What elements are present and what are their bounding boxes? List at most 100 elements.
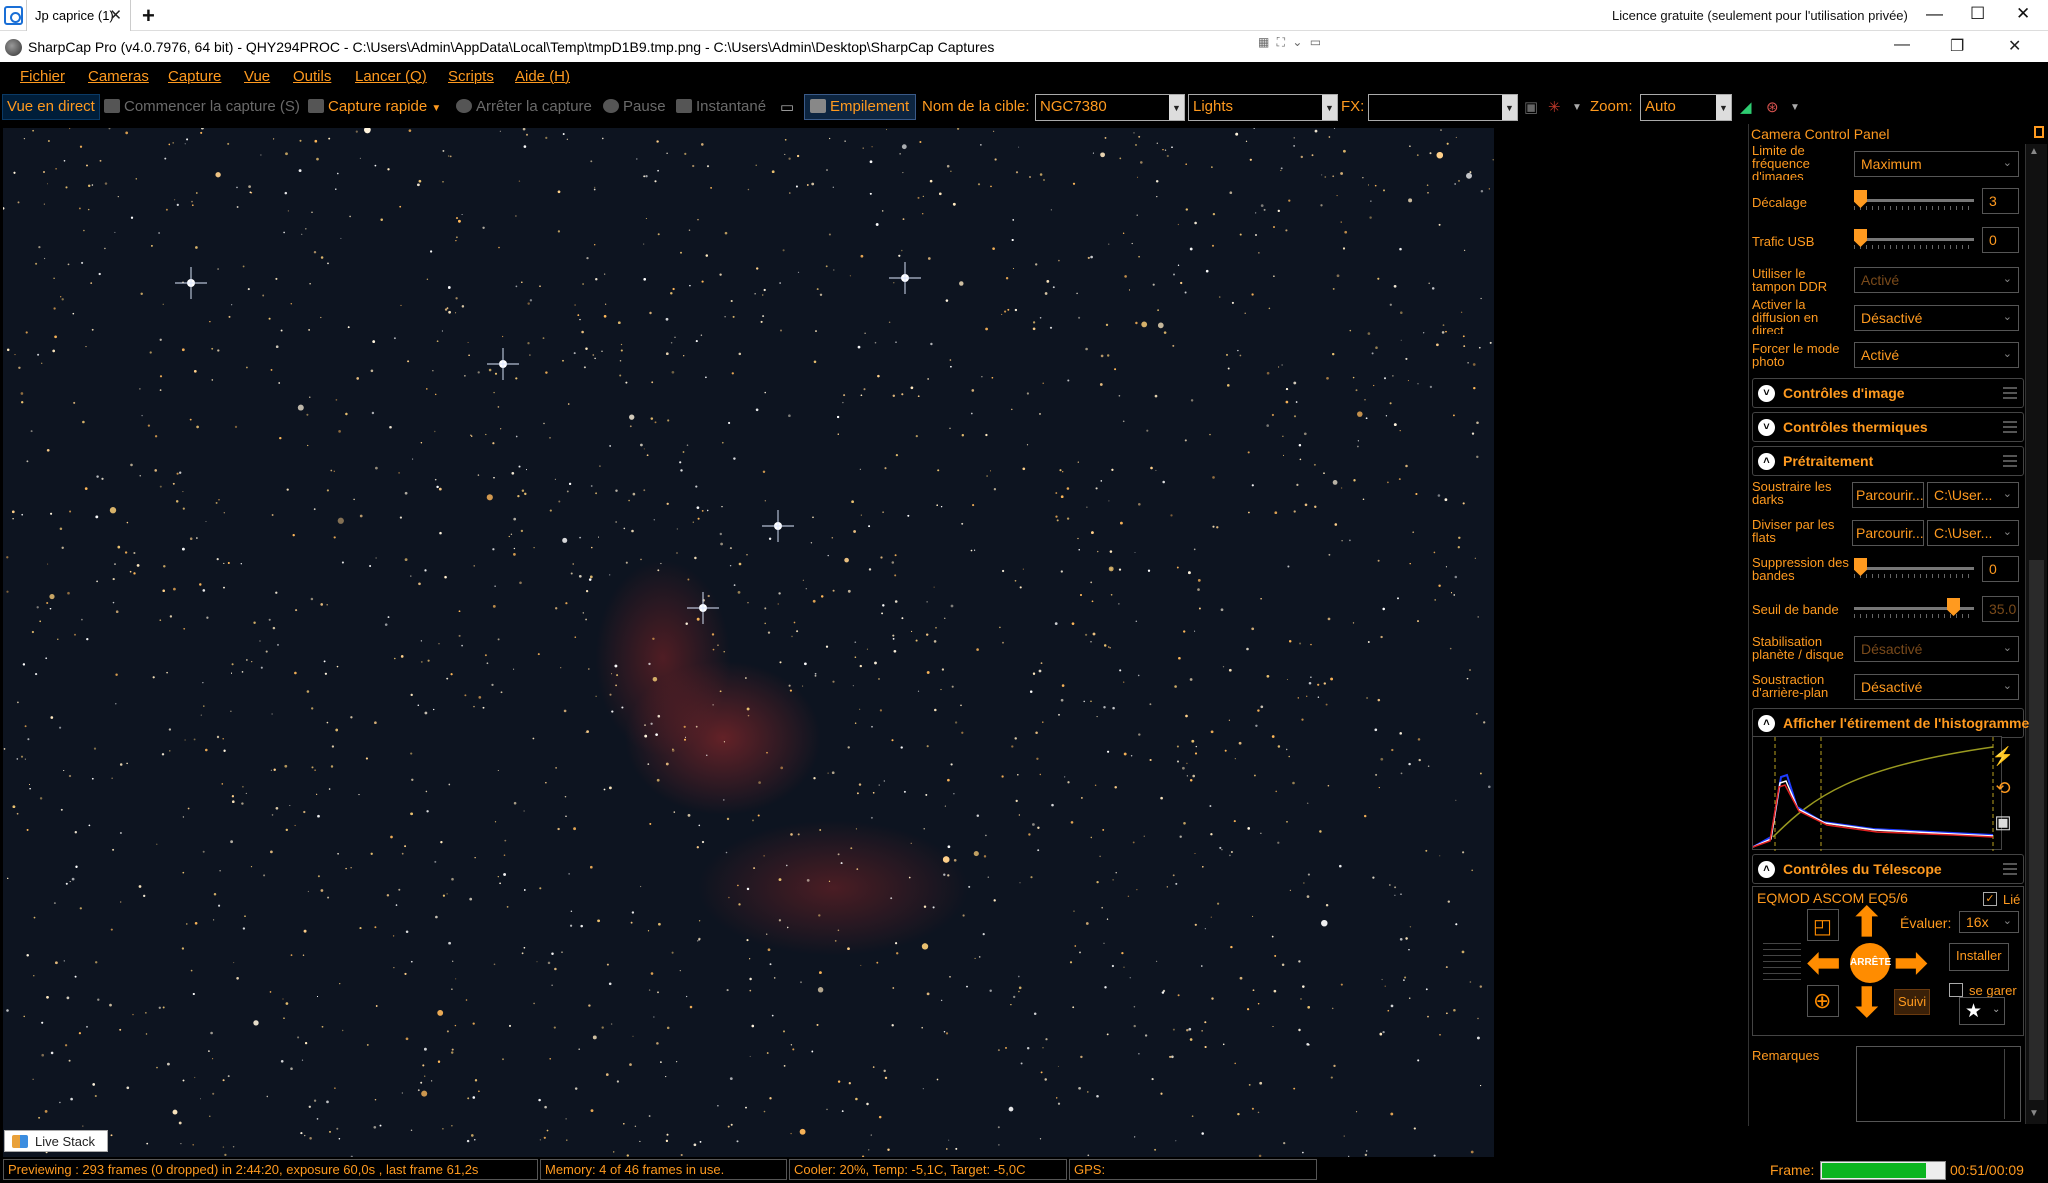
scroll-thumb[interactable] [2029,560,2044,1100]
collapse-icon[interactable]: ˄ [1758,861,1775,878]
offset-value[interactable]: 3 [1982,188,2019,214]
chevron-down-icon[interactable]: ▼ [1572,102,1582,113]
ddr-buffer-combo[interactable]: Activé ⌄ [1854,267,2019,293]
section-menu-icon[interactable] [2003,387,2017,399]
collapse-icon[interactable]: ˄ [1758,715,1775,732]
stop-slew-button[interactable]: ARRÊTE [1850,943,1891,983]
focus-icon[interactable]: ✳ [1548,98,1561,116]
stop-capture-button[interactable]: Arrêter la capture [456,98,592,115]
section-thermal-controls[interactable]: ˅ Contrôles thermiques [1752,412,2024,442]
threshold-slider[interactable] [1854,596,1974,622]
install-button[interactable]: Installer [1949,943,2009,971]
live-image[interactable] [3,128,1494,1183]
expand-icon[interactable]: ˅ [1758,419,1775,436]
park-checkbox[interactable] [1949,983,1963,997]
add-tab-icon[interactable]: + [142,3,155,29]
menu-vue[interactable]: Vue [244,68,270,85]
quick-capture-button[interactable]: Capture rapide ▼ [308,98,441,115]
histogram-icon[interactable]: ◢ [1740,98,1752,116]
section-preprocessing[interactable]: ˄ Prétraitement [1752,446,2024,476]
save-icon[interactable]: ▣ [1991,812,2015,838]
menu-aide[interactable]: Aide (H) [515,68,570,85]
chevron-down-icon[interactable]: ▼ [1169,95,1184,120]
menu-cameras[interactable]: Cameras [88,68,149,85]
fx-combo[interactable]: ▼ [1368,94,1518,121]
flats-path-combo[interactable]: C:\User... ⌄ [1927,520,2019,546]
spiral-search-button[interactable]: ◰ [1807,909,1839,941]
arrow-left-icon[interactable]: ⬅ [1807,943,1841,983]
section-telescope[interactable]: ˄ Contrôles du Télescope [1752,854,2024,884]
close-window-icon[interactable]: ✕ [2016,4,2030,24]
live-stack-tab[interactable]: Live Stack [4,1130,108,1152]
photo-mode-combo[interactable]: Activé ⌄ [1854,342,2019,368]
alert-icon[interactable]: ⊛ [1766,98,1779,116]
menu-capture[interactable]: Capture [168,68,221,85]
chevron-down-icon[interactable]: ▼ [1716,95,1731,120]
monitor-icon[interactable]: ▭ [780,98,794,116]
banding-value[interactable]: 0 [1982,556,2019,582]
stacking-button[interactable]: Empilement [810,98,909,115]
threshold-value[interactable]: 35.0 [1982,596,2019,622]
pin-icon[interactable] [2034,126,2044,138]
reticle-icon[interactable]: ▣ [1524,98,1538,116]
chevron-down-icon[interactable]: ▼ [1790,102,1800,113]
remote-toolbar-icons[interactable]: ▦ ⛶ ⌄ ▭ [1258,35,1323,50]
section-histogram[interactable]: ˄ Afficher l'étirement de l'histogramme [1752,708,2029,738]
favorites-button[interactable]: ★ ⌄ [1959,997,2005,1025]
arrow-down-icon[interactable]: ⬇ [1850,983,1884,1023]
app-minimize-icon[interactable]: — [1894,36,1910,54]
arrow-up-icon[interactable]: ⬆ [1850,903,1884,943]
pause-button[interactable]: Pause [603,98,666,115]
frame-type-combo[interactable]: Lights ▼ [1188,94,1338,121]
banding-slider[interactable] [1854,556,1974,582]
close-icon[interactable]: ✕ [109,6,122,24]
home-button[interactable]: ⊕ [1807,985,1839,1017]
offset-slider[interactable] [1854,188,1974,214]
scroll-down-icon[interactable]: ▼ [2029,1108,2039,1119]
reset-icon[interactable]: ⟲ [1991,778,2015,804]
histogram-chart[interactable] [1752,736,2002,851]
menu-fichier[interactable]: Fichier [20,68,65,85]
zoom-combo[interactable]: Auto ▼ [1640,94,1732,121]
remote-session-tab[interactable]: Jp caprice (1) ✕ [26,0,131,31]
scroll-up-icon[interactable]: ▲ [2029,146,2039,157]
target-name-combo[interactable]: NGC7380 ▼ [1035,94,1185,121]
start-capture-button[interactable]: Commencer la capture (S) [104,98,300,115]
live-stream-combo[interactable]: Désactivé ⌄ [1854,305,2019,331]
menu-scripts[interactable]: Scripts [448,68,494,85]
track-button[interactable]: Suivi [1894,989,1930,1015]
auto-stretch-icon[interactable]: ⚡ [1991,746,2015,772]
menu-lancer[interactable]: Lancer (Q) [355,68,427,85]
maximize-icon[interactable]: ☐ [1970,4,1985,24]
rate-combo[interactable]: 16x ⌄ [1959,911,2019,933]
panel-scrollbar[interactable]: ▲ ▼ [2025,144,2047,1124]
remarks-scrollbar[interactable] [2004,1049,2018,1119]
darks-browse-button[interactable]: Parcourir... [1852,482,1924,508]
expand-icon[interactable]: ˅ [1758,385,1775,402]
image-viewport[interactable] [0,124,1748,1183]
linked-checkbox[interactable]: ✓ [1983,892,1997,906]
remarks-textarea[interactable] [1856,1046,2021,1122]
collapse-icon[interactable]: ˄ [1758,453,1775,470]
chevron-down-icon[interactable]: ▼ [431,103,441,114]
minimize-icon[interactable]: — [1926,4,1943,24]
chevron-down-icon[interactable]: ▼ [1502,95,1517,120]
stabilization-combo[interactable]: Désactivé ⌄ [1854,636,2019,662]
section-image-controls[interactable]: ˅ Contrôles d'image [1752,378,2024,408]
live-view-button[interactable]: Vue en direct [7,98,95,115]
app-close-icon[interactable]: ✕ [2008,36,2021,56]
usb-traffic-value[interactable]: 0 [1982,227,2019,253]
usb-traffic-slider[interactable] [1854,227,1974,253]
darks-path-combo[interactable]: C:\User... ⌄ [1927,482,2019,508]
section-menu-icon[interactable] [2003,863,2017,875]
section-menu-icon[interactable] [2003,455,2017,467]
section-menu-icon[interactable] [2003,421,2017,433]
frame-rate-combo[interactable]: Maximum ⌄ [1854,151,2019,177]
arrow-right-icon[interactable]: ➡ [1894,943,1928,983]
snapshot-button[interactable]: Instantané [676,98,766,115]
app-restore-icon[interactable]: ❐ [1950,36,1964,56]
chevron-down-icon[interactable]: ▼ [1322,95,1337,120]
menu-outils[interactable]: Outils [293,68,331,85]
flats-browse-button[interactable]: Parcourir... [1852,520,1924,546]
background-combo[interactable]: Désactivé ⌄ [1854,674,2019,700]
